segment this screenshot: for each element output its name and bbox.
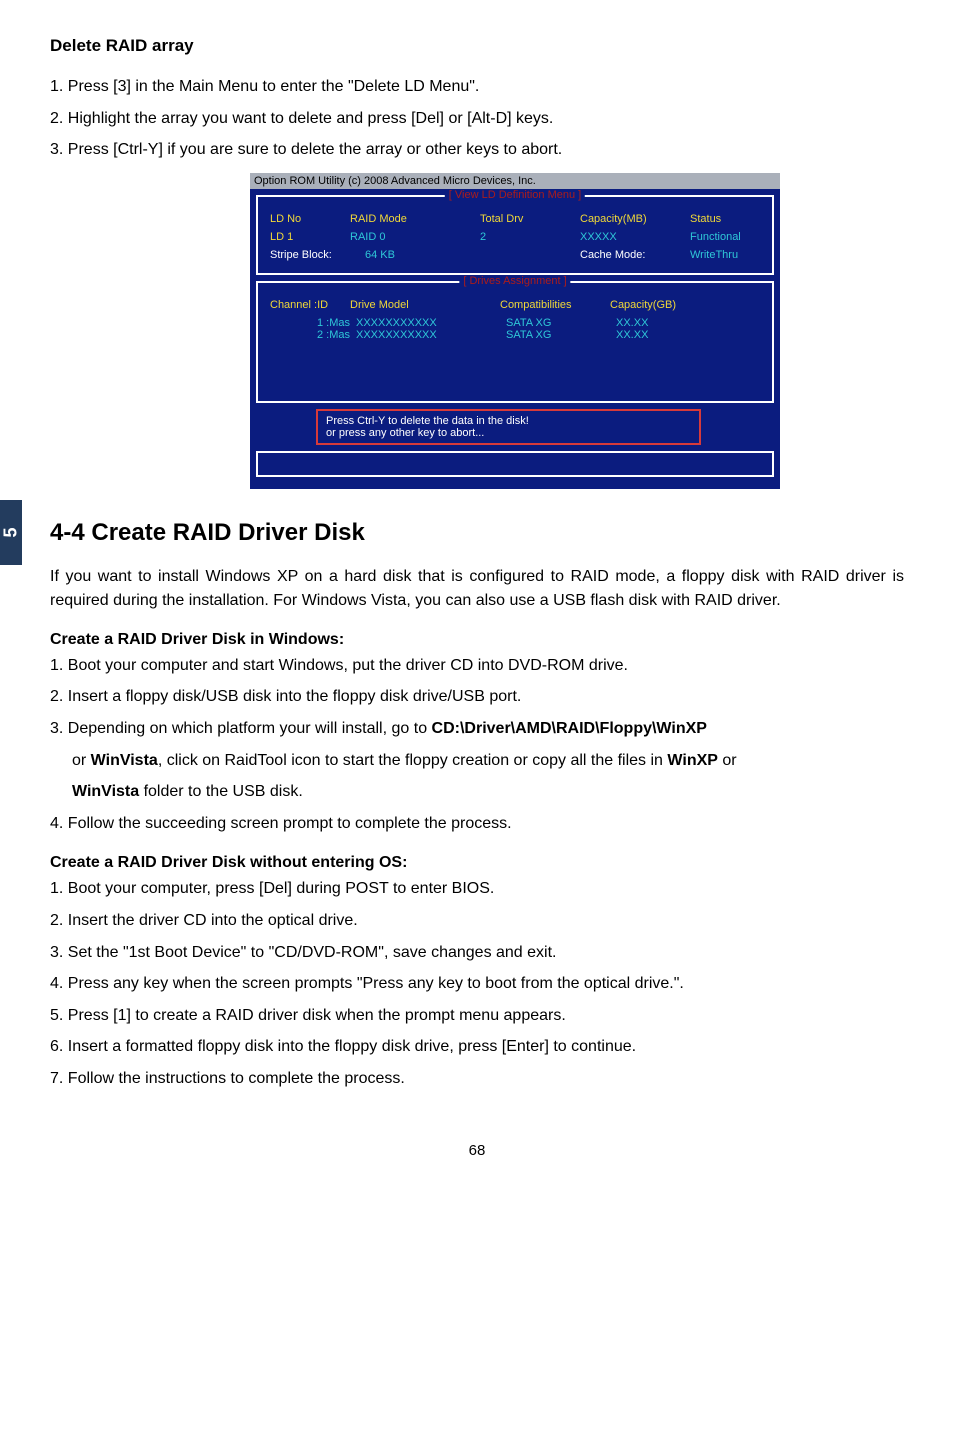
step-text-continued: or WinVista, click on RaidTool icon to s… [72, 748, 904, 774]
cell-value: 2 :Mas [270, 329, 356, 341]
step-text: 2. Insert a floppy disk/USB disk into th… [50, 684, 904, 710]
bold-path: CD:\Driver\AMD\RAID\Floppy\WinXP [432, 720, 707, 737]
cell-value: XX.XX [616, 329, 706, 341]
bios-panel-empty [256, 451, 774, 477]
bios-alert-box: Press Ctrl-Y to delete the data in the d… [316, 409, 701, 445]
cell-value: WriteThru [690, 249, 738, 261]
step-text: 3. Set the "1st Boot Device" to "CD/DVD-… [50, 940, 904, 966]
col-header: Drive Model [350, 299, 500, 311]
section-title-create-driver-disk: 4-4 Create RAID Driver Disk [50, 519, 904, 547]
cell-value: 1 :Mas [270, 317, 356, 329]
bios-screenshot: Option ROM Utility (c) 2008 Advanced Mic… [250, 173, 780, 489]
step-text: 4. Follow the succeeding screen prompt t… [50, 811, 904, 837]
step-text: 1. Press [3] in the Main Menu to enter t… [50, 74, 904, 100]
cell-value: LD 1 [270, 231, 350, 243]
cell-value: XX.XX [616, 317, 706, 329]
text-fragment: , click on RaidTool icon to start the fl… [158, 752, 668, 769]
text-fragment: 3. Depending on which platform your will… [50, 720, 432, 737]
bios-caption: Option ROM Utility (c) 2008 Advanced Mic… [250, 173, 780, 189]
cell-value: XXXXXXXXXXX [356, 317, 506, 329]
col-header: Channel :ID [270, 299, 350, 311]
step-text: 4. Press any key when the screen prompts… [50, 971, 904, 997]
step-text: 1. Boot your computer and start Windows,… [50, 653, 904, 679]
section-title-delete-raid: Delete RAID array [50, 36, 904, 56]
col-header: Capacity(GB) [610, 299, 700, 311]
text-fragment: or [718, 752, 737, 769]
text-fragment: folder to the USB disk. [139, 783, 303, 800]
chapter-tab: 5 [0, 500, 22, 565]
bold-text: WinVista [72, 783, 139, 800]
step-text: 1. Boot your computer, press [Del] durin… [50, 876, 904, 902]
cell-value: 2 [480, 231, 580, 243]
col-header: LD No [270, 213, 350, 225]
alert-line: or press any other key to abort... [326, 427, 691, 439]
col-header: Compatibilities [500, 299, 610, 311]
bios-panel-drives: [ Drives Assignment ] Channel :ID Drive … [256, 281, 774, 403]
cell-value: Functional [690, 231, 760, 243]
cell-label: Cache Mode: [580, 249, 690, 261]
text-fragment: or [72, 752, 91, 769]
step-text: 6. Insert a formatted floppy disk into t… [50, 1034, 904, 1060]
subsection-title-no-os: Create a RAID Driver Disk without enteri… [50, 854, 904, 872]
step-text: 2. Insert the driver CD into the optical… [50, 908, 904, 934]
bold-text: WinXP [667, 752, 718, 769]
alert-line: Press Ctrl-Y to delete the data in the d… [326, 415, 691, 427]
col-header: Total Drv [480, 213, 580, 225]
col-header: Capacity(MB) [580, 213, 690, 225]
step-text: 3. Depending on which platform your will… [50, 716, 904, 742]
panel-title: [ View LD Definition Menu ] [445, 189, 585, 201]
cell-value: XXXXXXXXXXX [356, 329, 506, 341]
step-text: 2. Highlight the array you want to delet… [50, 106, 904, 132]
chapter-number: 5 [0, 527, 21, 537]
col-header: RAID Mode [350, 213, 480, 225]
cell-label: Stripe Block: [270, 249, 365, 261]
subsection-title-windows: Create a RAID Driver Disk in Windows: [50, 631, 904, 649]
panel-title: [ Drives Assignment ] [459, 275, 570, 287]
cell-value: SATA XG [506, 317, 616, 329]
step-text: 7. Follow the instructions to complete t… [50, 1066, 904, 1092]
bios-panel-view-ld: [ View LD Definition Menu ] LD No RAID M… [256, 195, 774, 275]
col-header: Status [690, 213, 760, 225]
step-text: 5. Press [1] to create a RAID driver dis… [50, 1003, 904, 1029]
cell-value: SATA XG [506, 329, 616, 341]
step-text: 3. Press [Ctrl-Y] if you are sure to del… [50, 137, 904, 163]
bold-text: WinVista [91, 752, 158, 769]
page-number: 68 [50, 1142, 904, 1159]
cell-value: XXXXX [580, 231, 690, 243]
cell-value: RAID 0 [350, 231, 480, 243]
cell-value: 64 KB [365, 249, 580, 261]
intro-paragraph: If you want to install Windows XP on a h… [50, 565, 904, 613]
step-text-continued: WinVista folder to the USB disk. [72, 779, 904, 805]
